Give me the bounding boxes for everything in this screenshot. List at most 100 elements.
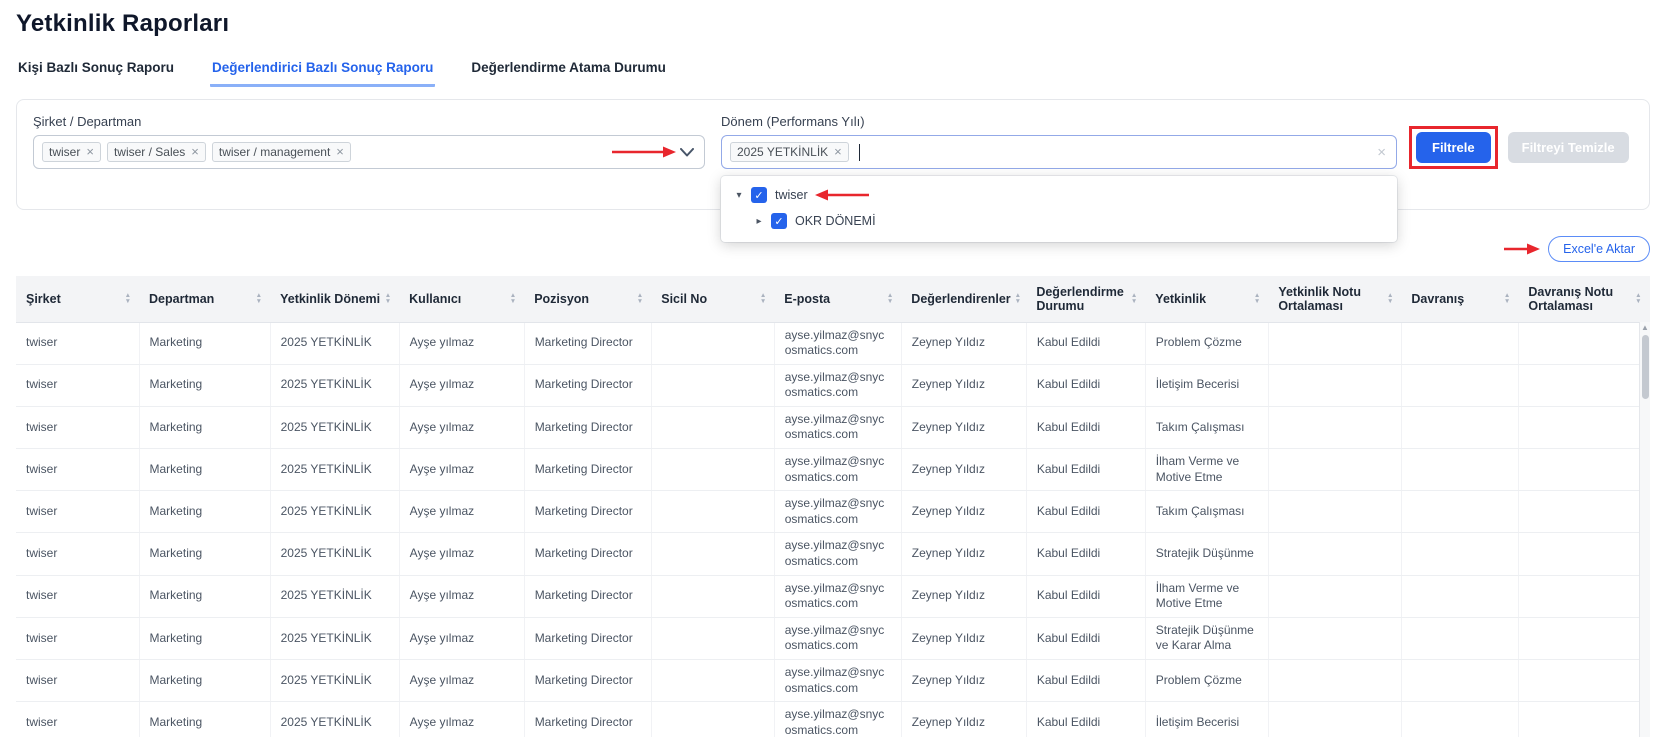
sort-icon[interactable]: ▲▼ [1387,293,1393,304]
period-tags: 2025 YETKİNLİK× [730,142,849,162]
cell-davranış-notu-ortalaması [1518,702,1649,737]
cell-davranış [1401,491,1518,533]
sort-icon[interactable]: ▲▼ [385,293,391,304]
filter-tag-label: twiser [49,145,80,159]
sort-icon[interactable]: ▲▼ [637,293,643,304]
cell-değerlendirme-durumu: Kabul Edildi [1026,617,1145,659]
remove-tag-icon[interactable]: × [336,147,344,157]
table-row-7: twiserMarketing2025 YETKİNLİKAyşe yılmaz… [16,617,1650,659]
cell-davranış-notu-ortalaması [1518,533,1649,575]
filtrele-button[interactable]: Filtrele [1416,132,1491,163]
cell-değerlendirenler: Zeynep Yıldız [901,702,1026,737]
period-dropdown: ▾✓twiser▸✓OKR DÖNEMİ [721,176,1397,242]
column-header-davranış-notu-ortalaması[interactable]: Davranış Notu Ortalaması▲▼ [1518,276,1649,322]
column-header-sicil-no[interactable]: Sicil No ▲▼ [651,276,774,322]
column-header-label: Yetkinlik [1155,292,1206,306]
column-header-label: Kullanıcı [409,292,461,306]
remove-tag-icon[interactable]: × [834,147,842,157]
tree-caret-collapsed-icon[interactable]: ▸ [753,216,765,227]
column-header-yetkinlik-dönemi[interactable]: Yetkinlik Dönemi▲▼ [270,276,399,322]
tree-item-okr-dönemi̇[interactable]: ▸✓OKR DÖNEMİ [721,208,1397,234]
tree-checkbox[interactable]: ✓ [751,187,767,203]
chevron-down-icon[interactable] [680,148,694,157]
page-title: Yetkinlik Raporları [16,10,1666,38]
cell-sicil-no [651,575,774,617]
column-header-label: Değerlendirme Durumu [1036,285,1127,313]
table-row-5: twiserMarketing2025 YETKİNLİKAyşe yılmaz… [16,533,1650,575]
column-header-label: Sicil No [661,292,707,306]
sort-icon[interactable]: ▲▼ [125,293,131,304]
remove-tag-icon[interactable]: × [86,147,94,157]
sort-icon[interactable]: ▲▼ [1504,293,1510,304]
clear-select-icon[interactable]: × [1377,144,1386,161]
cell-sicil-no [651,364,774,406]
tab-degerlendirme-atama-durumu[interactable]: Değerlendirme Atama Durumu [469,54,668,87]
cell-sicil-no [651,449,774,491]
company-department-select[interactable]: twiser × twiser / Sales × twiser / managemen… [33,135,705,169]
filter-tag: 2025 YETKİNLİK× [730,142,849,162]
cell-yetkinlik: İletişim Becerisi [1145,364,1268,406]
filter-tag-label: twiser / Sales [114,145,185,159]
tab-degerlendirici-bazli-sonuc-raporu[interactable]: Değerlendirici Bazlı Sonuç Raporu [210,54,435,87]
cell-yetkinlik: Stratejik Düşünme ve Karar Alma [1145,617,1268,659]
sort-icon[interactable]: ▲▼ [510,293,516,304]
cell-kullanıcı: Ayşe yılmaz [399,702,524,737]
scrollbar-thumb[interactable] [1642,335,1649,399]
cell-yetkinlik-dönemi: 2025 YETKİNLİK [270,449,399,491]
tree-item-twiser[interactable]: ▾✓twiser [721,182,1397,208]
cell-sicil-no [651,660,774,702]
filtreyi-temizle-button[interactable]: Filtreyi Temizle [1508,132,1629,163]
annotation-arrow-excel [1504,242,1540,256]
column-header-şirket[interactable]: Şirket▲▼ [16,276,139,322]
cell-e-posta: ayse.yilmaz@snycosmatics.com [774,322,901,364]
cell-kullanıcı: Ayşe yılmaz [399,575,524,617]
sort-icon[interactable]: ▲▼ [887,293,893,304]
table-header-row: Şirket▲▼Departman▲▼Yetkinlik Dönemi▲▼Kul… [16,276,1650,322]
column-header-yetkinlik[interactable]: Yetkinlik ▲▼ [1145,276,1268,322]
cell-departman: Marketing [139,533,270,575]
filter-tag-label: twiser / management [219,145,330,159]
cell-davranış [1401,364,1518,406]
sort-icon[interactable]: ▲▼ [1015,293,1021,304]
tab-bar: Kişi Bazlı Sonuç Raporu Değerlendirici Ba… [16,54,1650,87]
column-header-pozisyon[interactable]: Pozisyon▲▼ [524,276,651,322]
cell-değerlendirenler: Zeynep Yıldız [901,617,1026,659]
sort-icon[interactable]: ▲▼ [760,293,766,304]
cell-yetkinlik-notu-ortalaması [1268,617,1401,659]
column-header-değerlendirenler[interactable]: Değerlendirenler▲▼ [901,276,1026,322]
cell-pozisyon: Marketing Director [524,406,651,448]
column-header-e-posta[interactable]: E-posta▲▼ [774,276,901,322]
cell-davranış-notu-ortalaması [1518,449,1649,491]
cell-departman: Marketing [139,322,270,364]
tree-caret-expanded-icon[interactable]: ▾ [733,190,745,201]
column-header-yetkinlik-notu-ortalaması[interactable]: Yetkinlik Notu Ortalaması▲▼ [1268,276,1401,322]
cell-sicil-no [651,617,774,659]
cell-yetkinlik: Problem Çözme [1145,660,1268,702]
vertical-scrollbar[interactable]: ▲ [1639,322,1650,737]
scroll-up-icon[interactable]: ▲ [1641,322,1649,334]
tree-checkbox[interactable]: ✓ [771,213,787,229]
sort-icon[interactable]: ▲▼ [1254,293,1260,304]
cell-departman: Marketing [139,364,270,406]
column-header-departman[interactable]: Departman▲▼ [139,276,270,322]
cell-yetkinlik-notu-ortalaması [1268,702,1401,737]
cell-e-posta: ayse.yilmaz@snycosmatics.com [774,491,901,533]
cell-kullanıcı: Ayşe yılmaz [399,660,524,702]
cell-pozisyon: Marketing Director [524,533,651,575]
sort-icon[interactable]: ▲▼ [1131,293,1137,304]
sort-icon[interactable]: ▲▼ [256,293,262,304]
cell-yetkinlik-notu-ortalaması [1268,660,1401,702]
remove-tag-icon[interactable]: × [191,147,199,157]
tab-kisi-bazli-sonuc-raporu[interactable]: Kişi Bazlı Sonuç Raporu [16,54,176,87]
column-header-davranış[interactable]: Davranış▲▼ [1401,276,1518,322]
column-header-kullanıcı[interactable]: Kullanıcı ▲▼ [399,276,524,322]
cell-departman: Marketing [139,491,270,533]
cell-e-posta: ayse.yilmaz@snycosmatics.com [774,617,901,659]
cell-değerlendirme-durumu: Kabul Edildi [1026,533,1145,575]
sort-icon[interactable]: ▲▼ [1635,293,1641,304]
cell-e-posta: ayse.yilmaz@snycosmatics.com [774,575,901,617]
excel-export-button[interactable]: Excel'e Aktar [1548,236,1650,262]
column-header-değerlendirme-durumu[interactable]: Değerlendirme Durumu ▲▼ [1026,276,1145,322]
cell-davranış [1401,575,1518,617]
period-select[interactable]: 2025 YETKİNLİK× × [721,135,1397,169]
